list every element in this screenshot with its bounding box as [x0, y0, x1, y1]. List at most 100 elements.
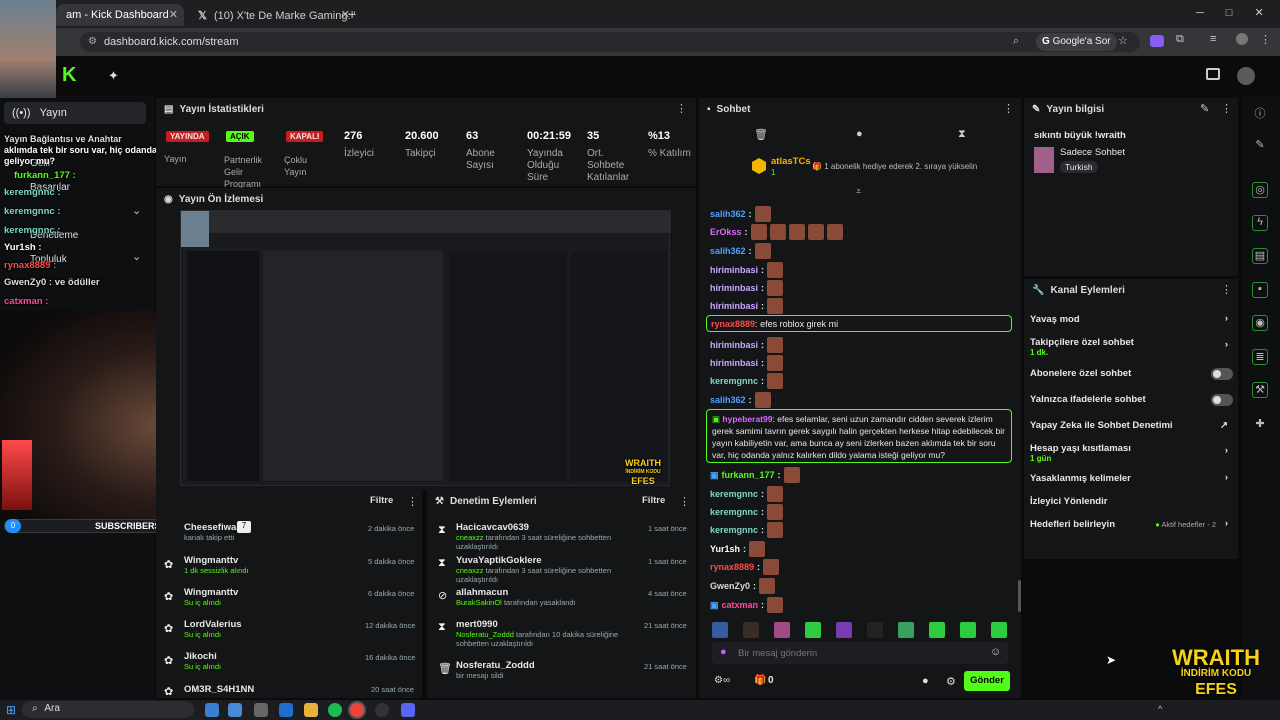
moderation-actor[interactable]: cneaxzz — [456, 533, 484, 542]
action-followers-only[interactable]: Takipçilere özel sohbet 1 dk. › — [1030, 337, 1232, 357]
emote-quick[interactable] — [867, 622, 883, 638]
profile-avatar[interactable] — [1236, 33, 1248, 45]
chat-username[interactable]: hiriminbasi — [710, 265, 758, 275]
media-icon[interactable]: ≡ — [1210, 33, 1216, 45]
gear-icon[interactable]: ⚙ — [946, 675, 956, 688]
chat-settings-icon[interactable]: ⚙∞ — [714, 675, 730, 686]
collapse-icon[interactable]: ⩡ — [856, 186, 861, 197]
chat-username[interactable]: GwenZy0 — [710, 581, 750, 591]
site-info-icon[interactable]: ⚙ — [88, 36, 97, 47]
edit-icon[interactable]: ✎ — [1200, 102, 1209, 115]
tab-x[interactable]: 𝕏 (10) X'te De Marke Gaming: "Er ✕ — [188, 4, 356, 26]
clip-icon[interactable] — [1206, 68, 1220, 80]
chat-username[interactable]: rynax8889 — [711, 319, 755, 329]
moderation-user[interactable]: mert0990 — [456, 619, 636, 630]
extension-icon[interactable] — [1150, 35, 1164, 47]
more-icon[interactable]: ⋮ — [679, 495, 690, 508]
moderation-actor[interactable]: BurakSakinOl — [456, 598, 502, 607]
mic-icon[interactable]: ● — [720, 646, 727, 658]
action-goals[interactable]: Hedefleri belirleyin ● Aktif hedefler - 2… — [1030, 518, 1232, 530]
chat-bubble-icon[interactable]: ● — [922, 675, 929, 687]
chat-bubble-icon[interactable]: ● — [856, 128, 863, 140]
star-icon[interactable]: ☆ — [1118, 34, 1128, 47]
new-tab-icon[interactable]: + — [348, 6, 356, 22]
emote-quick[interactable] — [836, 622, 852, 638]
chat-username[interactable]: furkann_177 — [722, 470, 775, 480]
subscribers-only-toggle[interactable] — [1211, 368, 1233, 380]
emote-quick[interactable] — [898, 622, 914, 638]
moderation-filter-button[interactable]: Filtre — [642, 495, 665, 506]
stream-tag[interactable]: Turkish — [1060, 161, 1098, 173]
action-ai-moderation[interactable]: Yapay Zeka ile Sohbet Denetimi ↗ — [1030, 420, 1232, 431]
moderation-actor[interactable]: Nosferatu_Zoddd — [456, 630, 514, 639]
pin-icon[interactable]: ✦ — [108, 68, 119, 84]
emote-quick[interactable] — [774, 622, 790, 638]
zoom-icon[interactable]: ⌕ — [1013, 35, 1019, 48]
chat-username[interactable]: salih362 — [710, 246, 746, 256]
activity-user[interactable]: Wingmanttv — [184, 587, 238, 598]
moderation-user[interactable]: YuvaYaptikGoklere — [456, 555, 636, 566]
close-icon[interactable]: ✕ — [169, 8, 178, 21]
emote-quick[interactable] — [929, 622, 945, 638]
stream-preview[interactable]: WRAITH İNDİRİM KODU EFES — [180, 210, 671, 486]
stream-category[interactable]: Sadece Sohbet — [1060, 147, 1125, 158]
discord-icon[interactable] — [401, 703, 415, 717]
chat-username[interactable]: keremgnnc — [710, 489, 758, 499]
chat-username[interactable]: hiriminbasi — [710, 340, 758, 350]
chat-username[interactable]: catxman — [722, 600, 759, 610]
google-ask-button[interactable]: G Google'a Sor — [1036, 33, 1117, 51]
chevron-down-icon[interactable]: ⌄ — [132, 204, 141, 217]
broadcast-icon[interactable]: ◉ — [1252, 315, 1268, 331]
more-icon[interactable]: ⋮ — [1003, 102, 1014, 115]
more-icon[interactable]: ⋮ — [1221, 102, 1232, 115]
chat-username[interactable]: hiriminbasi — [710, 358, 758, 368]
menu-icon[interactable]: ⋮ — [1260, 33, 1271, 46]
windows-start-icon[interactable]: ⊞ — [6, 703, 16, 717]
gift-icon[interactable]: 🎁 — [754, 675, 766, 686]
chat-username[interactable]: keremgnnc — [710, 525, 758, 535]
more-icon[interactable]: ⋮ — [407, 495, 418, 508]
chevron-down-icon[interactable]: ⌄ — [132, 250, 141, 263]
camera-icon[interactable]: ◎ — [1252, 182, 1268, 198]
action-account-age[interactable]: Hesap yaşı kısıtlaması 1 gün › — [1030, 443, 1232, 463]
emoji-icon[interactable]: ☺ — [990, 646, 1001, 658]
chat-input[interactable] — [738, 644, 978, 662]
action-slow-mode[interactable]: Yavaş mod › — [1030, 313, 1232, 325]
more-icon[interactable]: ⋮ — [676, 102, 687, 115]
emote-quick[interactable] — [991, 622, 1007, 638]
emote-quick[interactable] — [712, 622, 728, 638]
chat-username[interactable]: hypeberat99 — [722, 414, 772, 424]
folder-icon[interactable] — [304, 703, 318, 717]
moderation-actor[interactable]: cneaxzz — [456, 566, 484, 575]
more-icon[interactable]: ⋮ — [1221, 283, 1232, 296]
moderation-user[interactable]: Hacicavcav0639 — [456, 522, 636, 533]
tray-chevron-icon[interactable]: ^ — [1158, 704, 1162, 714]
kick-logo[interactable]: K — [62, 64, 76, 87]
chat-username[interactable]: hiriminbasi — [710, 283, 758, 293]
chrome-icon[interactable] — [350, 703, 364, 717]
spotify-icon[interactable] — [328, 703, 342, 717]
hourglass-icon[interactable]: ⧗ — [958, 128, 966, 141]
chat-gifter[interactable]: atlasTCs — [771, 156, 811, 167]
chat-icon[interactable]: ▪ — [1252, 282, 1268, 298]
chat-username[interactable]: keremgnnc — [710, 507, 758, 517]
sidebar-item-yayin[interactable]: ((•)) Yayın — [4, 102, 146, 124]
lightning-icon[interactable]: ϟ — [1252, 215, 1268, 231]
store-icon[interactable] — [254, 703, 268, 717]
activity-user[interactable]: OM3R_S4H1NN — [184, 684, 254, 695]
emote-quick[interactable] — [805, 622, 821, 638]
gift-promo[interactable]: 🎁 1 abonelik hediye ederek 2. sıraya yük… — [812, 162, 977, 171]
url-field[interactable]: dashboard.kick.com/stream — [80, 32, 1140, 52]
emote-quick[interactable] — [960, 622, 976, 638]
tab-kick-dashboard[interactable]: am - Kick Dashboard ✕ — [56, 4, 184, 26]
window-controls[interactable]: ─□✕ — [1196, 6, 1280, 19]
taskbar-search[interactable]: ⌕ Ara — [22, 701, 194, 718]
activity-user[interactable]: Cheesefiwai — [184, 522, 239, 533]
puzzle-icon[interactable]: ⧉ — [1176, 33, 1184, 46]
activity-filter-button[interactable]: Filtre — [370, 495, 393, 506]
mail-icon[interactable] — [279, 703, 293, 717]
activity-user[interactable]: Jikochi — [184, 651, 221, 662]
activity-user[interactable]: Wingmanttv — [184, 555, 249, 566]
user-avatar[interactable] — [1237, 67, 1255, 85]
add-widget-icon[interactable]: ✚ — [1252, 417, 1268, 433]
